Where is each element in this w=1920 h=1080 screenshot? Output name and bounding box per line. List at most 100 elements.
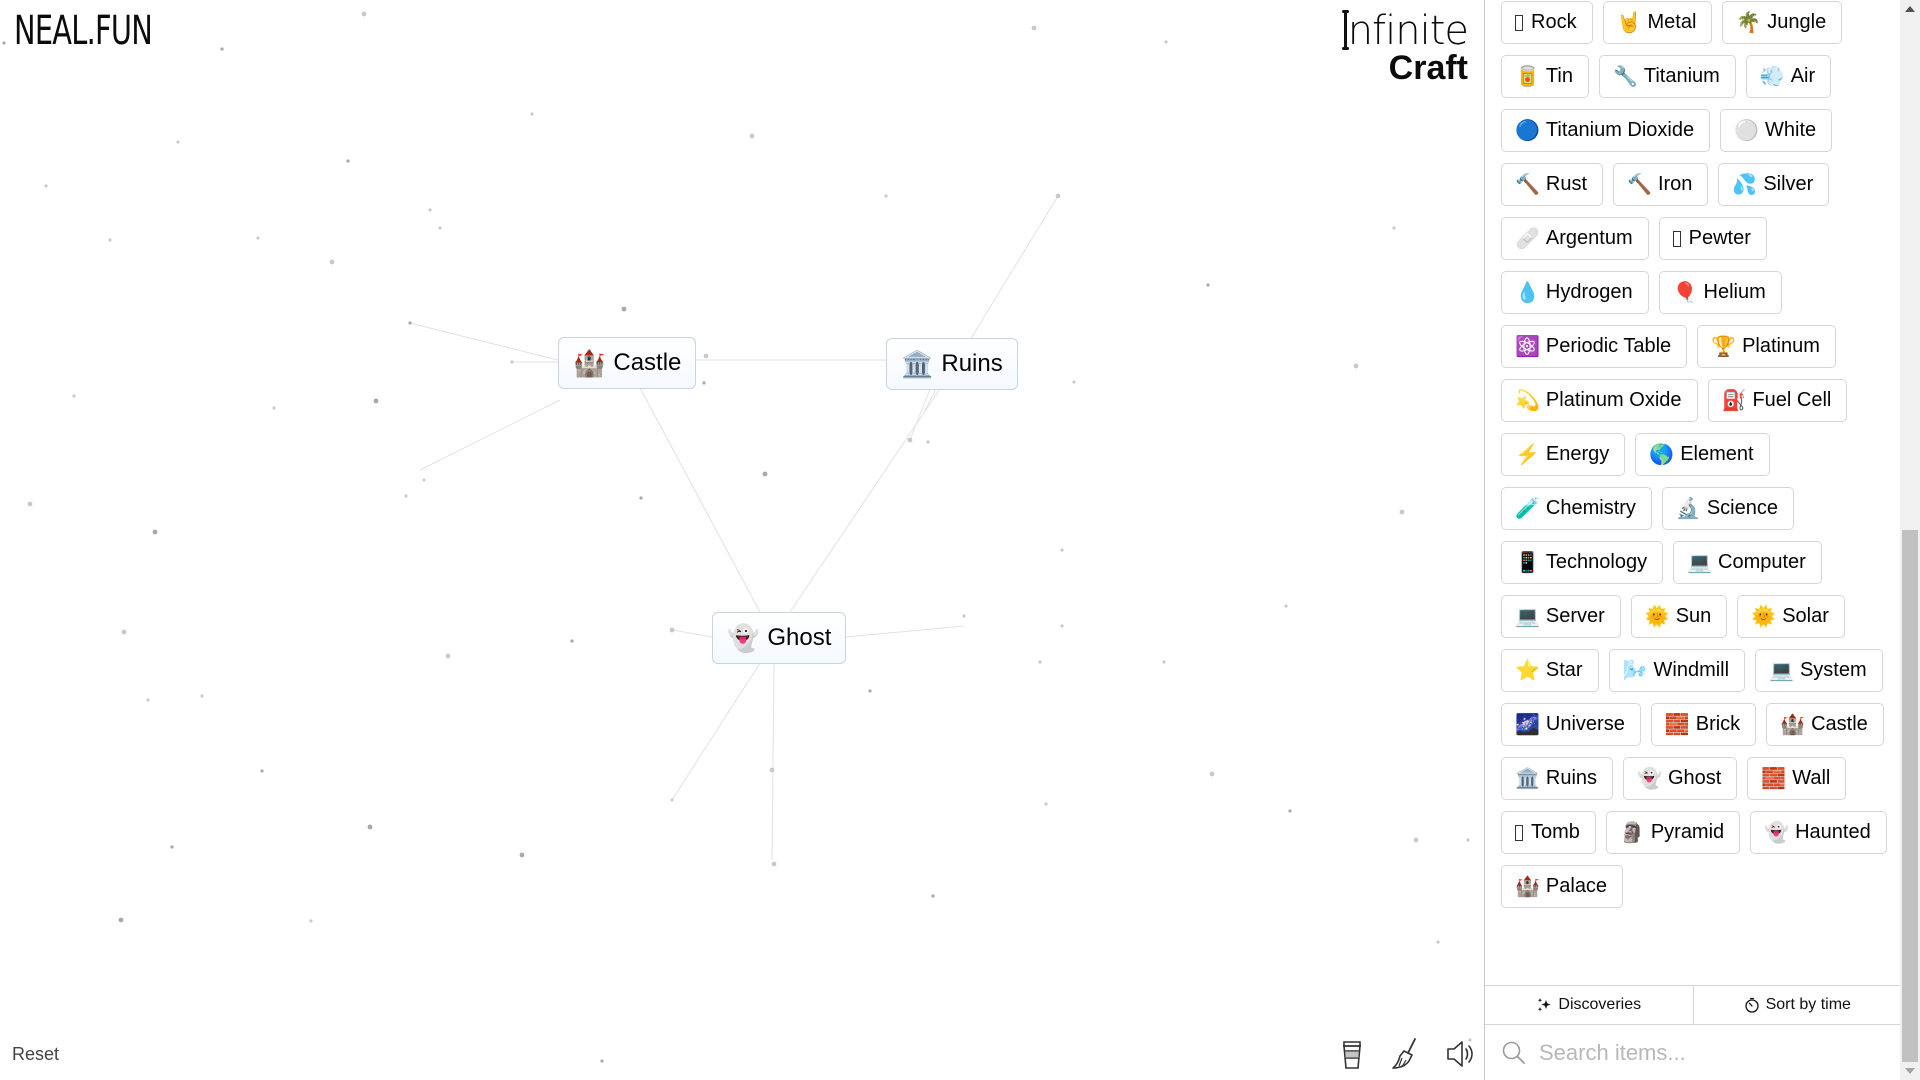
item-chip-iron[interactable]: 🔨 Iron — [1613, 163, 1709, 206]
item-chip-server[interactable]: 💻 Server — [1501, 595, 1621, 638]
particle-dot — [1209, 771, 1215, 777]
item-emoji-icon: 🌞 — [1644, 605, 1670, 628]
coffee-cup-icon — [1343, 1041, 1361, 1069]
particle-dot — [1055, 193, 1061, 199]
search-input[interactable] — [1539, 1040, 1879, 1066]
item-label: Solar — [1782, 605, 1829, 627]
item-emoji-icon: 🔧 — [1612, 65, 1638, 88]
particle-dot — [404, 494, 408, 498]
item-chip-brick[interactable]: 🧱 Brick — [1650, 703, 1757, 746]
item-chip-metal[interactable]: 🤘 Metal — [1602, 1, 1713, 44]
item-chip-ghost[interactable]: 👻 Ghost — [1623, 757, 1738, 800]
connection-line — [419, 399, 561, 471]
item-chip-argentum[interactable]: 🩹 Argentum — [1501, 217, 1649, 260]
item-chip-tomb[interactable]: Tomb — [1501, 811, 1596, 854]
item-label: Haunted — [1795, 821, 1871, 843]
item-label: Wall — [1792, 767, 1831, 789]
item-label: Ghost — [1667, 767, 1722, 789]
item-chip-jungle[interactable]: 🌴 Jungle — [1722, 1, 1843, 44]
neal-fun-logo[interactable]: NEAL.FUN — [14, 8, 153, 54]
particle-dot — [200, 694, 204, 698]
item-chip-system[interactable]: 💻 System — [1755, 649, 1883, 692]
item-label: Castle — [1811, 713, 1868, 735]
item-chip-sun[interactable]: 🌞 Sun — [1630, 595, 1728, 638]
item-chip-windmill[interactable]: 🌬️ Windmill — [1608, 649, 1746, 692]
item-chip-chemistry[interactable]: 🧪 Chemistry — [1501, 487, 1652, 530]
particle-dot — [868, 689, 872, 693]
castle-icon: 🏰 — [573, 348, 606, 378]
item-chip-white[interactable]: ⚪ White — [1720, 109, 1833, 152]
item-chip-pewter[interactable]: Pewter — [1658, 217, 1767, 260]
item-chip-platinum-oxide[interactable]: 💫 Platinum Oxide — [1501, 379, 1698, 422]
reset-button[interactable]: Reset — [12, 1044, 59, 1065]
item-chip-periodic-table[interactable]: ⚛️ Periodic Table — [1501, 325, 1688, 368]
item-chip-titanium-dioxide[interactable]: 🔵 Titanium Dioxide — [1501, 109, 1711, 152]
scroll-down-button[interactable] — [1900, 1062, 1920, 1080]
item-chip-solar[interactable]: 🌞 Solar — [1737, 595, 1845, 638]
items-list[interactable]: Rock 🤘 Metal 🌴 Jungle 🥫 Tin 🔧 Titanium 💨 Air 🔵 Titan… — [1485, 0, 1901, 985]
item-chip-titanium[interactable]: 🔧 Titanium — [1598, 55, 1736, 98]
item-emoji-icon: 💻 — [1515, 605, 1540, 628]
canvas-node-ghost[interactable]: 👻 Ghost — [712, 612, 847, 664]
particle-dot — [1044, 802, 1048, 806]
particle-dot — [373, 398, 379, 404]
item-chip-energy[interactable]: ⚡ Energy — [1501, 433, 1626, 476]
item-chip-ruins[interactable]: 🏛️ Ruins — [1501, 757, 1614, 800]
item-chip-universe[interactable]: 🌌 Universe — [1501, 703, 1641, 746]
item-label: Technology — [1545, 551, 1648, 573]
particle-dot — [1038, 660, 1042, 664]
item-chip-technology[interactable]: 📱 Technology — [1501, 541, 1664, 584]
stopwatch-icon — [1744, 997, 1759, 1013]
item-chip-castle[interactable]: 🏰 Castle — [1766, 703, 1884, 746]
item-chip-element[interactable]: 🌎 Element — [1635, 433, 1770, 476]
canvas-node-castle[interactable]: 🏰 Castle — [558, 337, 697, 389]
sound-toggle-button[interactable] — [1444, 1036, 1476, 1072]
particle-dot — [152, 529, 158, 535]
item-chip-star[interactable]: ⭐ Star — [1501, 649, 1599, 692]
discoveries-button[interactable]: Discoveries — [1485, 986, 1693, 1024]
particle-dot — [1206, 283, 1210, 287]
connection-line — [639, 387, 761, 613]
item-chip-palace[interactable]: 🏰 Palace — [1501, 865, 1624, 908]
logo-line-1: nfinite — [1347, 8, 1469, 54]
particle-dot — [1060, 548, 1064, 552]
item-chip-helium[interactable]: 🎈 Helium — [1658, 271, 1782, 314]
item-chip-rust[interactable]: 🔨 Rust — [1501, 163, 1604, 206]
clear-canvas-button[interactable] — [1390, 1036, 1422, 1072]
item-emoji-icon: ⛽ — [1721, 389, 1747, 412]
item-chip-fuel-cell[interactable]: ⛽ Fuel Cell — [1707, 379, 1848, 422]
item-label: Palace — [1545, 875, 1608, 897]
particle-dot — [639, 496, 643, 500]
connection-line — [789, 388, 941, 613]
item-chip-haunted[interactable]: 👻 Haunted — [1750, 811, 1887, 854]
crafting-canvas[interactable]: NEAL.FUN nfinite Craft 🏰 Castle 🏛️ Ruins… — [0, 0, 1484, 1080]
item-chip-computer[interactable]: 💻 Computer — [1673, 541, 1822, 584]
canvas-node-ruins[interactable]: 🏛️ Ruins — [886, 338, 1018, 390]
item-chip-pyramid[interactable]: 🗿 Pyramid — [1605, 811, 1741, 854]
item-emoji-icon: 🩹 — [1515, 227, 1540, 250]
item-chip-hydrogen[interactable]: 💧 Hydrogen — [1501, 271, 1649, 314]
item-emoji-icon: 🔨 — [1627, 173, 1652, 196]
sidebar: Rock 🤘 Metal 🌴 Jungle 🥫 Tin 🔧 Titanium 💨 Air 🔵 Titan… — [1484, 0, 1902, 1080]
scroll-up-button[interactable] — [1900, 0, 1920, 18]
item-chip-rock[interactable]: Rock — [1501, 1, 1593, 44]
item-chip-wall[interactable]: 🧱 Wall — [1747, 757, 1847, 800]
sidebar-scrollbar[interactable] — [1900, 0, 1920, 1080]
item-label: Argentum — [1545, 227, 1633, 249]
item-emoji-icon: ⭐ — [1515, 659, 1540, 682]
item-chip-air[interactable]: 💨 Air — [1745, 55, 1832, 98]
item-chip-science[interactable]: 🔬 Science — [1661, 487, 1794, 530]
item-label: Brick — [1695, 713, 1741, 735]
sort-by-time-button[interactable]: Sort by time — [1692, 986, 1902, 1024]
text-cursor-icon — [1341, 10, 1349, 50]
item-chip-silver[interactable]: 💦 Silver — [1718, 163, 1830, 206]
item-chip-platinum[interactable]: 🏆 Platinum — [1697, 325, 1836, 368]
scrollbar-thumb[interactable] — [1902, 530, 1918, 1062]
particle-dot — [931, 894, 935, 898]
item-emoji-icon: 🏆 — [1711, 335, 1737, 358]
coffee-cup-button[interactable] — [1336, 1036, 1368, 1072]
item-emoji-icon: 📱 — [1515, 551, 1540, 574]
item-emoji-icon: 🌴 — [1736, 11, 1762, 34]
item-chip-tin[interactable]: 🥫 Tin — [1501, 55, 1589, 98]
item-emoji-icon: ⚪ — [1734, 119, 1760, 142]
